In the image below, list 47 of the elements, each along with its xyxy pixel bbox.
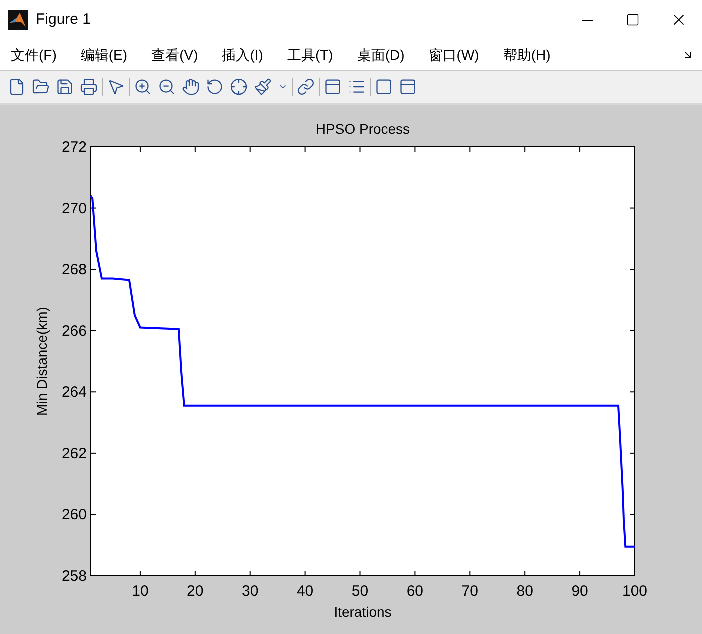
hand-icon[interactable] [182,78,200,96]
menu-item[interactable]: 窗口(W) [422,44,486,66]
y-tick-label: 270 [62,200,87,218]
printer-icon[interactable] [80,78,98,96]
x-tick-label: 80 [516,583,534,600]
x-axis-label: Iterations [334,604,392,620]
x-tick-label: 60 [406,583,424,600]
y-tick-label: 260 [62,506,87,524]
x-tick-label: 20 [187,583,204,600]
dock-arrow-icon[interactable] [682,49,694,61]
x-tick-label: 30 [242,583,259,600]
menu-item[interactable]: 文件(F) [4,44,64,66]
menu-item[interactable]: 插入(I) [215,44,270,66]
y-tick-label: 272 [62,139,87,156]
rotate-icon[interactable] [206,78,224,96]
crosshair-icon[interactable] [230,78,248,96]
brush-icon[interactable] [254,78,272,96]
y-axis-label: Min Distance(km) [34,307,50,416]
zoom-out-icon[interactable] [158,78,176,96]
link-icon[interactable] [297,78,315,96]
menu-item[interactable]: 查看(V) [144,44,206,66]
menu-item[interactable]: 帮助(H) [496,44,558,66]
x-tick-label: 90 [572,583,588,600]
x-tick-label: 10 [132,583,149,600]
x-tick-label: 50 [352,583,369,600]
y-tick-label: 266 [62,322,87,340]
x-tick-label: 70 [462,583,478,600]
legend-icon[interactable] [348,78,366,96]
save-icon[interactable] [56,78,74,96]
x-tick-label: 40 [296,583,314,600]
menu-item[interactable]: 编辑(E) [74,44,135,66]
chart-title: HPSO Process [316,121,410,137]
x-tick-label: 100 [622,583,648,600]
y-tick-label: 264 [62,384,87,402]
pointer-icon[interactable] [107,78,125,96]
square-icon[interactable] [375,78,393,96]
app-logo-icon [8,10,28,30]
maximize-icon [626,13,640,27]
y-tick-label: 268 [62,262,87,279]
zoom-in-icon[interactable] [134,78,152,96]
new-file-icon[interactable] [8,78,26,96]
folder-icon[interactable] [32,78,50,96]
window-title: Figure 1 [36,10,92,30]
y-tick-label: 258 [62,568,87,585]
y-tick-label: 262 [62,445,87,462]
menu-item[interactable]: 桌面(D) [350,44,412,66]
menu-item[interactable]: 工具(T) [280,44,340,66]
